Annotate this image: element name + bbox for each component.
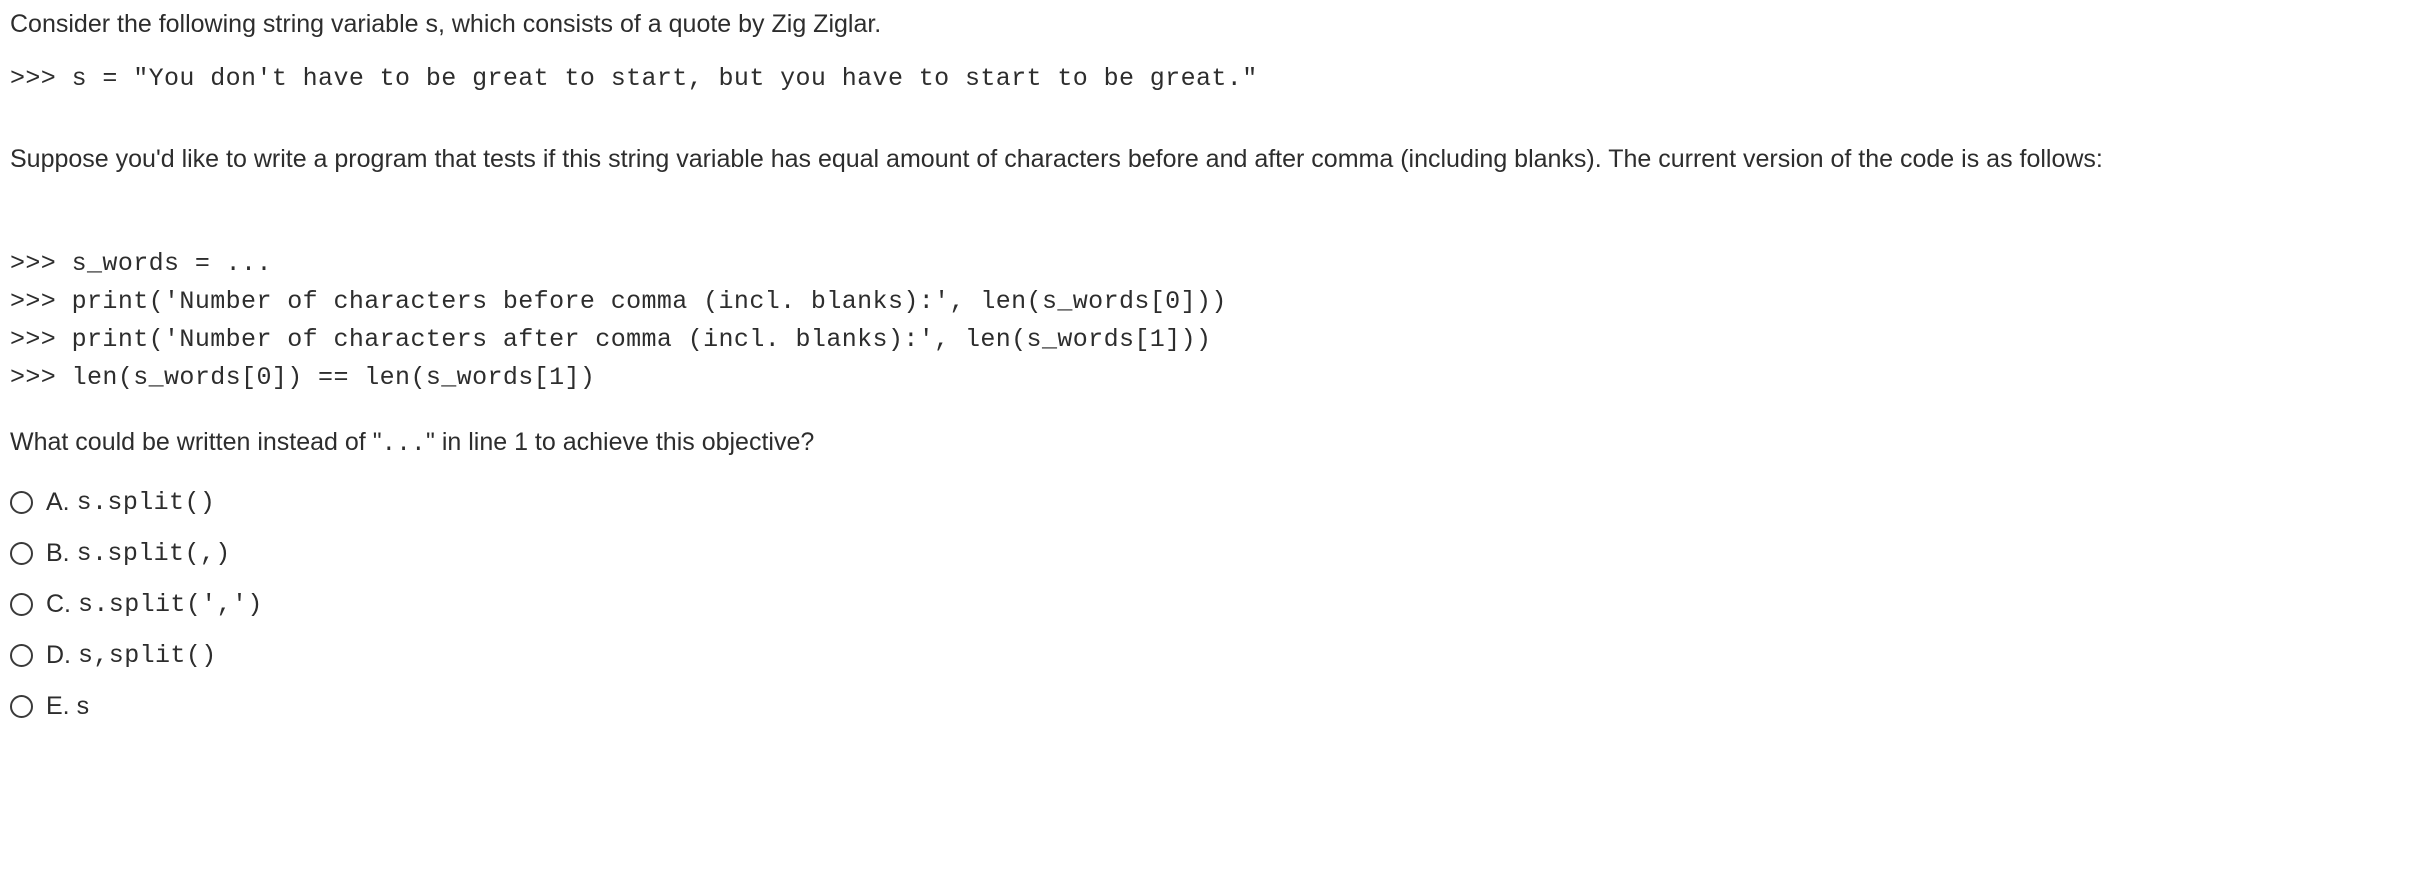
radio-button-icon[interactable] <box>10 542 33 565</box>
description-paragraph: Suppose you'd like to write a program th… <box>10 145 2103 173</box>
radio-button-icon[interactable] <box>10 695 33 718</box>
answer-option-b[interactable]: B. s.split(,) <box>10 537 2400 570</box>
question-prompt-block: What could be written instead of "..." i… <box>10 423 2400 464</box>
answer-option-letter: E. <box>46 692 70 720</box>
code-block-declaration: >>> s = "You don't have to be great to s… <box>10 60 2400 98</box>
code-line: >>> len(s_words[0]) == len(s_words[1]) <box>10 363 596 392</box>
intro-paragraph: Consider the following string variable s… <box>10 10 882 38</box>
question-prompt-prefix: What could be written instead of " <box>10 428 382 456</box>
radio-button-icon[interactable] <box>10 491 33 514</box>
answer-option-label: s,split() <box>78 641 217 670</box>
question-page: Consider the following string variable s… <box>0 0 2430 870</box>
code-line: >>> print('Number of characters before c… <box>10 287 1227 316</box>
question-prompt: What could be written instead of "..." i… <box>10 423 2385 464</box>
answer-option-label: s.split() <box>76 488 216 517</box>
question-prompt-suffix: " in line 1 to achieve this objective? <box>426 428 815 456</box>
answer-option-letter: D. <box>46 641 71 669</box>
answer-option-letter: A. <box>46 488 70 516</box>
description-paragraph-block: Suppose you'd like to write a program th… <box>10 140 2390 178</box>
answer-option-e[interactable]: E. s <box>10 690 2400 723</box>
answer-options-list: A. s.split() B. s.split(,) C. s.split(',') D. s… <box>10 486 2400 741</box>
radio-button-icon[interactable] <box>10 593 33 616</box>
answer-option-label: s <box>76 692 90 720</box>
code-block-program: >>> s_words = ... >>> print('Number of c… <box>10 245 2400 397</box>
question-prompt-ellipsis: ... <box>381 431 426 458</box>
answer-option-c[interactable]: C. s.split(',') <box>10 588 2400 621</box>
answer-option-letter: C. <box>46 590 71 618</box>
radio-button-icon[interactable] <box>10 644 33 667</box>
answer-option-d[interactable]: D. s,split() <box>10 639 2400 672</box>
intro-paragraph-block: Consider the following string variable s… <box>10 5 2400 43</box>
code-line: >>> s_words = ... <box>10 249 272 278</box>
code-line: >>> s = "You don't have to be great to s… <box>10 64 1258 93</box>
answer-option-label: s.split(',') <box>78 590 263 619</box>
code-line: >>> print('Number of characters after co… <box>10 325 1212 354</box>
answer-option-a[interactable]: A. s.split() <box>10 486 2400 519</box>
answer-option-letter: B. <box>46 539 70 567</box>
answer-option-label: s.split(,) <box>76 539 231 568</box>
